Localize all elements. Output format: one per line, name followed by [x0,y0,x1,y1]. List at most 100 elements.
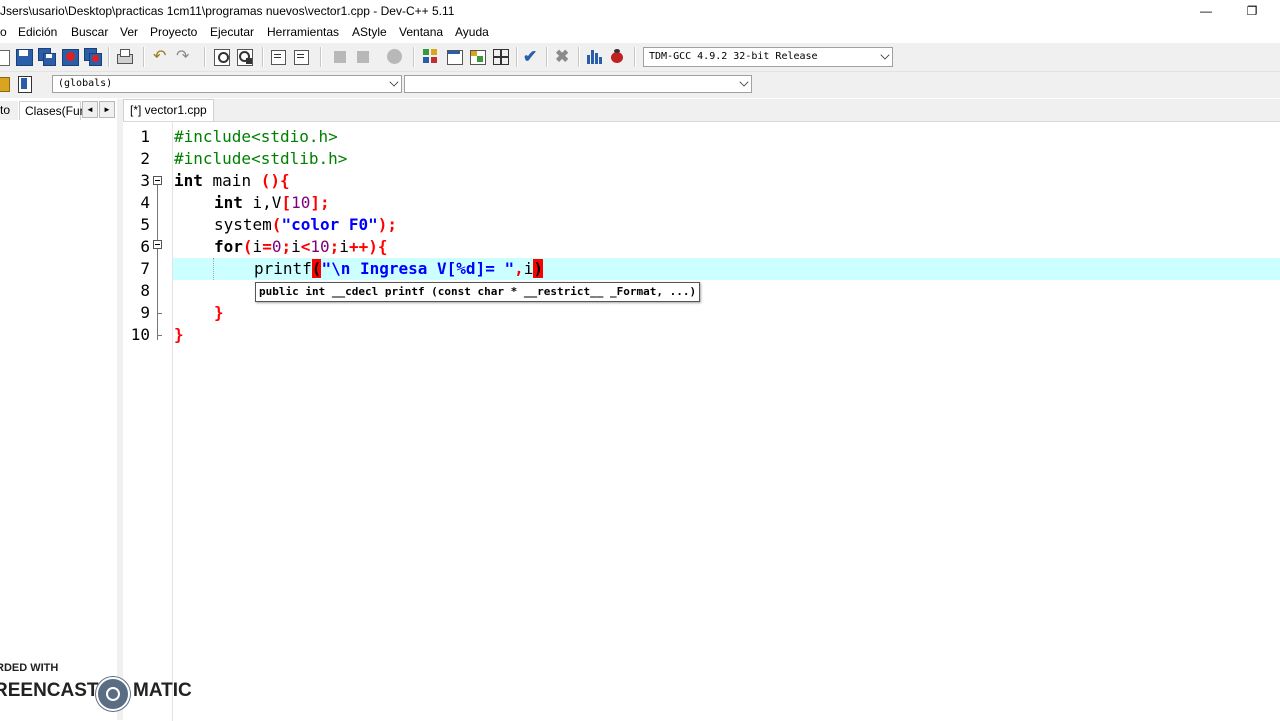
line-number: 3 [140,171,150,190]
line-number: 1 [140,127,150,146]
line-number: 4 [140,193,150,212]
menu-herramientas[interactable]: Herramientas [267,25,339,39]
code-line-3: int main (){ [174,171,290,190]
class-browser-icon[interactable] [16,75,34,93]
fold-end-marker [157,335,162,336]
left-panel: to Clases(Fun ◄ ► [0,99,118,720]
fold-toggle-icon[interactable] [153,240,162,249]
tab-vector1-cpp[interactable]: [*] vector1.cpp [123,99,214,121]
toolbar-separator [634,47,636,67]
tab-project[interactable]: to [0,101,18,120]
code-line-7: printf("\n Ingresa V[%d]= ",i) [254,259,544,278]
undo-icon[interactable]: ↶ [153,48,171,66]
screencast-logo-icon [96,677,130,711]
new-project-icon[interactable] [446,48,464,66]
indent-guide [213,258,214,280]
find-icon[interactable] [213,48,231,66]
code-line-6: for(i=0;i<10;i++){ [214,237,388,256]
goto-icon[interactable] [386,48,404,66]
bookmark-next-icon[interactable] [355,48,373,66]
window-title: Jsers\usario\Desktop\practicas 1cm11\pro… [0,4,455,18]
chevron-down-icon [389,77,399,87]
maximize-button[interactable]: ❐ [1229,0,1275,23]
toolbar-separator [108,47,110,67]
fold-line [157,249,158,340]
watermark-text-left: REENCAST [0,680,99,701]
line-number: 6 [140,237,150,256]
toolbar-separator [413,47,415,67]
menu-edicion[interactable]: Edición [18,25,57,39]
toolbar-separator [320,47,322,67]
title-bar: Jsers\usario\Desktop\practicas 1cm11\pro… [0,0,1280,23]
menu-ventana[interactable]: Ventana [399,25,443,39]
chart-icon[interactable] [585,48,603,66]
toolbar-separator [143,47,145,67]
code-line-9: } [214,303,224,322]
class-toolbar: (globals) [0,72,1280,98]
scope-select[interactable]: (globals) [52,75,402,93]
save-icon[interactable] [15,48,33,66]
editor-tabs: [*] vector1.cpp [123,99,1280,121]
new-class-icon[interactable] [422,48,440,66]
indent-icon[interactable] [269,48,287,66]
bookmark-prev-icon[interactable] [332,48,350,66]
watermark-text-right: MATIC [133,680,192,701]
save-all-icon[interactable] [38,48,56,66]
line-number-gutter: 1 2 3 4 5 6 7 8 9 10 [123,122,173,721]
menu-ayuda[interactable]: Ayuda [455,25,489,39]
toolbar-separator [204,47,206,67]
chevron-down-icon [880,50,890,60]
line-number: 9 [140,303,150,322]
code-editor[interactable]: 1 2 3 4 5 6 7 8 9 10 #include<stdio.h> #… [123,121,1280,721]
close-file-icon[interactable] [61,48,79,66]
watermark-text-top: RDED WITH [0,662,59,674]
code-line-4: int i,V[10]; [214,193,330,212]
line-number: 8 [140,281,150,300]
redo-icon[interactable]: ↷ [176,48,194,66]
toolbar-separator [262,47,264,67]
unindent-icon[interactable] [292,48,310,66]
compiler-select-value: TDM-GCC 4.9.2 32-bit Release [649,51,818,62]
compiler-select[interactable]: TDM-GCC 4.9.2 32-bit Release [643,47,893,67]
chevron-down-icon [739,77,749,87]
new-file-icon[interactable] [0,48,12,66]
project-options-icon[interactable] [492,48,510,66]
code-line-2: #include<stdlib.h> [174,149,348,168]
tab-scroll-right-button[interactable]: ► [99,101,115,118]
main-toolbar: ↶ ↷ ✔ ✖ TDM-GCC 4.9.2 32-bit Release [0,43,1280,72]
replace-icon[interactable] [236,48,254,66]
toolbar-separator [546,47,548,67]
toolbar-separator [516,47,518,67]
toolbar-separator [578,47,580,67]
line-number: 2 [140,149,150,168]
menu-ver[interactable]: Ver [120,25,138,39]
minimize-button[interactable]: — [1183,0,1229,23]
menu-ejecutar[interactable]: Ejecutar [210,25,254,39]
scope-select-value: (globals) [58,78,113,89]
tab-classes[interactable]: Clases(Fun [19,101,86,120]
line-number: 7 [140,259,150,278]
menu-archivo[interactable]: o [0,25,7,39]
line-number: 5 [140,215,150,234]
code-line-1: #include<stdio.h> [174,127,338,146]
screencast-watermark: RDED WITH REENCAST MATIC [0,660,200,711]
code-line-10: } [174,325,184,344]
open-project-icon[interactable] [469,48,487,66]
fold-line [157,185,158,240]
project-manager-icon[interactable] [0,75,14,93]
code-line-5: system("color F0"); [214,215,398,234]
symbol-select[interactable] [404,75,752,93]
fold-end-marker [157,313,162,314]
menu-proyecto[interactable]: Proyecto [150,25,197,39]
debug-icon[interactable] [608,48,626,66]
function-signature-tooltip: public int __cdecl printf (const char * … [255,282,701,302]
stop-icon[interactable]: ✖ [555,48,573,66]
tab-scroll-left-button[interactable]: ◄ [82,101,98,118]
fold-toggle-icon[interactable] [153,176,162,185]
menu-buscar[interactable]: Buscar [71,25,108,39]
check-icon[interactable]: ✔ [523,48,541,66]
print-icon[interactable] [115,48,133,66]
menu-astyle[interactable]: AStyle [352,25,387,39]
line-number: 10 [130,325,150,344]
close-all-icon[interactable] [84,48,102,66]
